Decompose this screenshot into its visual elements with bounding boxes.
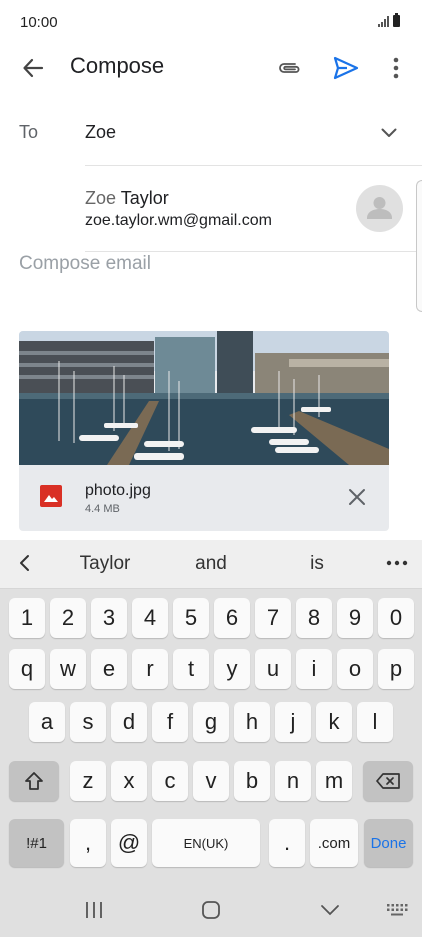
key-7[interactable]: 7 (255, 598, 291, 638)
key-r[interactable]: r (132, 649, 168, 689)
recents-icon (86, 902, 102, 918)
key-u[interactable]: u (255, 649, 291, 689)
key-c[interactable]: c (152, 761, 188, 801)
keyboard-icon (387, 904, 408, 916)
paperclip-icon (279, 63, 300, 73)
key-9[interactable]: 9 (337, 598, 373, 638)
keyboard-options-button[interactable] (380, 550, 414, 576)
more-horiz-icon (386, 560, 408, 566)
key-s[interactable]: s (70, 702, 106, 742)
suggestion-name-rest: Taylor (116, 188, 169, 208)
status-icons (378, 13, 400, 27)
suggestion-email[interactable]: zoe.taylor.wm@gmail.com (85, 212, 272, 230)
key-a[interactable]: a (29, 702, 65, 742)
page-title: Compose (70, 53, 165, 78)
to-input[interactable]: Zoe (85, 122, 116, 143)
home-button[interactable] (191, 898, 231, 922)
send-icon (333, 56, 359, 80)
at-key[interactable]: @ (111, 819, 147, 867)
battery-icon (393, 13, 400, 27)
key-1[interactable]: 1 (9, 598, 45, 638)
chevron-down-icon (381, 128, 397, 137)
hide-keyboard-button[interactable] (310, 898, 350, 922)
to-label: To (19, 122, 39, 142)
key-k[interactable]: k (316, 702, 352, 742)
dotcom-key[interactable]: .com (310, 819, 358, 867)
period-key[interactable]: . (269, 819, 305, 867)
key-o[interactable]: o (337, 649, 373, 689)
send-button[interactable] (326, 50, 366, 86)
backspace-key[interactable] (363, 761, 413, 801)
compose-email-field[interactable]: Compose email (19, 253, 151, 275)
chevron-down-icon (321, 905, 339, 916)
attachment-card[interactable]: photo.jpg 4.4 MB (19, 331, 389, 531)
key-2[interactable]: 2 (50, 598, 86, 638)
symbols-key[interactable]: !#1 (9, 819, 64, 867)
done-key[interactable]: Done (364, 819, 413, 867)
attachment-file-size: 4.4 MB (85, 503, 120, 515)
key-y[interactable]: y (214, 649, 250, 689)
prediction-2[interactable]: and (161, 553, 261, 575)
comma-key[interactable]: , (70, 819, 106, 867)
chevron-left-icon (20, 555, 29, 571)
recent-apps-button[interactable] (74, 898, 114, 922)
divider (85, 251, 422, 252)
key-v[interactable]: v (193, 761, 229, 801)
key-i[interactable]: i (296, 649, 332, 689)
keyboard: Taylor and is 1 2 3 4 5 6 7 8 9 0 q w e … (0, 540, 422, 937)
key-6[interactable]: 6 (214, 598, 250, 638)
key-g[interactable]: g (193, 702, 229, 742)
key-x[interactable]: x (111, 761, 147, 801)
avatar (356, 185, 403, 232)
image-file-icon (40, 485, 62, 507)
expand-recipients-button[interactable] (372, 116, 406, 150)
more-options-button[interactable] (378, 50, 414, 86)
key-5[interactable]: 5 (173, 598, 209, 638)
key-t[interactable]: t (173, 649, 209, 689)
key-4[interactable]: 4 (132, 598, 168, 638)
navigation-bar (0, 880, 422, 937)
key-m[interactable]: m (316, 761, 352, 801)
key-0[interactable]: 0 (378, 598, 414, 638)
attachment-thumbnail (19, 331, 389, 465)
key-j[interactable]: j (275, 702, 311, 742)
key-h[interactable]: h (234, 702, 270, 742)
person-icon (367, 197, 392, 219)
close-icon (349, 489, 365, 505)
shift-key[interactable] (9, 761, 59, 801)
collapse-predictions-button[interactable] (12, 551, 36, 575)
key-b[interactable]: b (234, 761, 270, 801)
key-w[interactable]: w (50, 649, 86, 689)
suggestion-name-typed: Zoe (85, 188, 117, 208)
key-e[interactable]: e (91, 649, 127, 689)
shift-icon (25, 772, 43, 790)
edge-panel-handle[interactable] (416, 180, 422, 312)
divider (85, 165, 422, 166)
key-p[interactable]: p (378, 649, 414, 689)
attach-button[interactable] (270, 50, 310, 86)
space-key[interactable]: EN(UK) (152, 819, 260, 867)
attachment-file-name: photo.jpg (85, 482, 151, 499)
key-d[interactable]: d (111, 702, 147, 742)
key-3[interactable]: 3 (91, 598, 127, 638)
more-vert-icon (393, 57, 399, 79)
key-f[interactable]: f (152, 702, 188, 742)
key-l[interactable]: l (357, 702, 393, 742)
key-q[interactable]: q (9, 649, 45, 689)
home-icon (202, 901, 220, 919)
keyboard-switch-button[interactable] (377, 898, 417, 922)
key-8[interactable]: 8 (296, 598, 332, 638)
remove-attachment-button[interactable] (341, 481, 373, 513)
prediction-1[interactable]: Taylor (55, 553, 155, 575)
key-n[interactable]: n (275, 761, 311, 801)
status-time: 10:00 (20, 14, 58, 31)
back-button[interactable] (14, 50, 52, 86)
prediction-3[interactable]: is (267, 553, 367, 575)
prediction-bar: Taylor and is (0, 540, 422, 589)
backspace-icon (376, 773, 400, 789)
suggestion-name[interactable]: Zoe Taylor (85, 188, 169, 209)
arrow-left-icon (23, 58, 44, 78)
signal-icon (378, 15, 389, 27)
key-z[interactable]: z (70, 761, 106, 801)
